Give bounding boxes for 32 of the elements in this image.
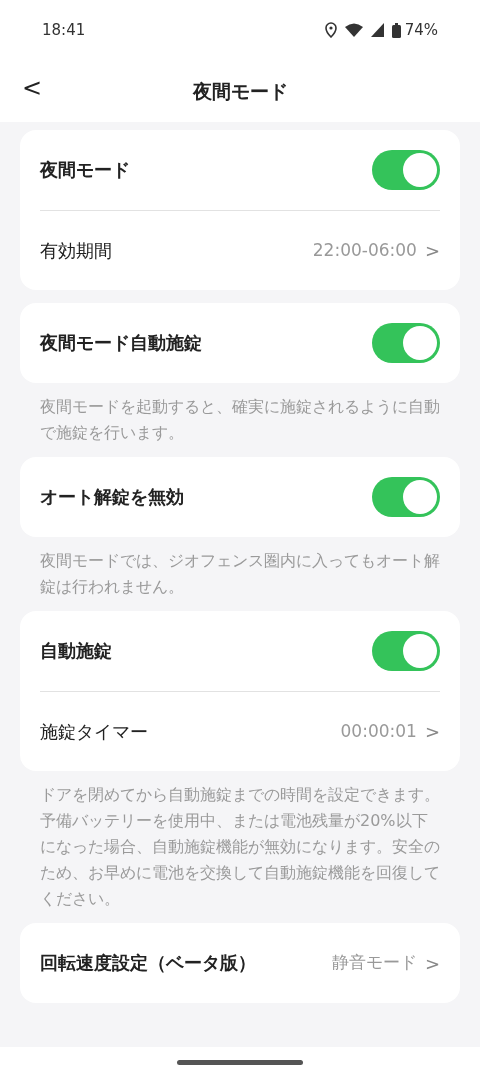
- setting-description: 夜間モードを起動すると、確実に施錠されるように自動で施錠を行います。: [39, 396, 441, 444]
- toggle-switch[interactable]: [372, 150, 440, 190]
- toggle-switch[interactable]: [372, 631, 440, 671]
- battery-percent: 74%: [404, 19, 438, 41]
- setting-row[interactable]: 施錠タイマー 00:00:01 >: [40, 691, 440, 771]
- setting-description: ドアを閉めてから自動施錠までの時間を設定できます。 予備バッテリーを使用中、または電池残量が20%以下になった場合、自動施錠機能が無効になります。安全のため、お早めに電池を交換して自動施錠機能を回復してください。: [39, 784, 441, 910]
- chevron-icon: >: [424, 237, 440, 264]
- setting-value: 静音モード: [331, 951, 417, 975]
- setting-label: 施錠タイマー: [40, 720, 148, 744]
- setting-title: オート解錠を無効: [40, 484, 184, 509]
- chevron-icon: >: [424, 718, 440, 745]
- setting-label: 回転速度設定（ベータ版）: [40, 950, 256, 975]
- wifi-icon: [344, 23, 363, 37]
- setting-value: 00:00:01: [340, 719, 417, 743]
- setting-label: 有効期間: [40, 239, 112, 263]
- setting-description: 夜間モードでは、ジオフェンス圏内に入ってもオート解錠は行われません。: [39, 550, 441, 598]
- home-indicator[interactable]: [177, 1059, 303, 1065]
- setting-row[interactable]: 回転速度設定（ベータ版） 静音モード >: [40, 923, 440, 1003]
- back-button[interactable]: <: [18, 74, 47, 103]
- toggle-switch[interactable]: [372, 477, 440, 517]
- chevron-icon: >: [424, 949, 440, 977]
- setting-title: 夜間モード: [40, 157, 130, 182]
- toggle-switch[interactable]: [372, 323, 440, 363]
- setting-title: 夜間モード自動施錠: [40, 330, 202, 355]
- location-icon: [324, 22, 337, 38]
- setting-title: 自動施錠: [40, 638, 112, 663]
- setting-row[interactable]: 有効期間 22:00-06:00 >: [40, 210, 440, 290]
- setting-value: 22:00-06:00: [312, 238, 417, 262]
- signal-icon: [370, 23, 384, 37]
- page-title: 夜間モード: [192, 78, 288, 104]
- battery-icon: [391, 22, 401, 38]
- status-time: 18:41: [42, 19, 86, 41]
